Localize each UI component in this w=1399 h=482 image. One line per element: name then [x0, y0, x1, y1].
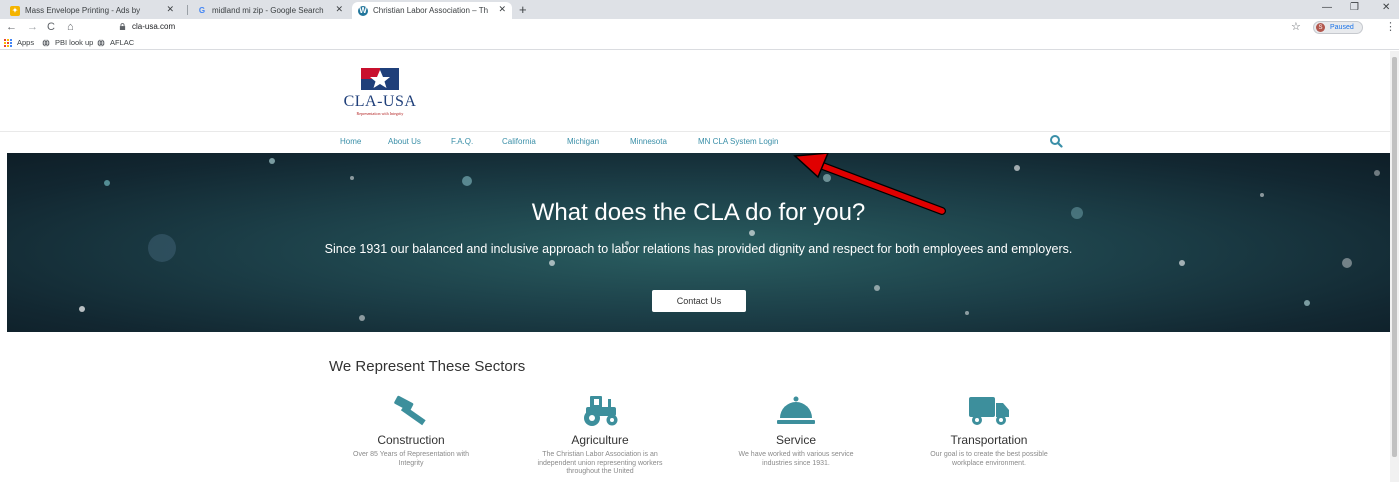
browser-tab-active[interactable]: W Christian Labor Association – Th ✕ [352, 2, 512, 19]
browser-tab[interactable]: ✦ Mass Envelope Printing - Ads by ✕ [4, 2, 180, 19]
menu-kebab-icon[interactable]: ⋮ [1385, 20, 1396, 33]
nav-about-us[interactable]: About Us [388, 137, 421, 146]
nav-divider [0, 131, 1390, 132]
sector-title: Transportation [950, 433, 1028, 447]
sector-description: We have worked with various service indu… [738, 451, 854, 467]
sector-description: The Christian Labor Association is an in… [537, 451, 663, 475]
new-tab-button[interactable]: + [519, 2, 527, 17]
flag-star-logo-icon [361, 68, 399, 90]
bookmarks-bar: Apps PBI look up AFLAC [0, 36, 1399, 50]
home-icon[interactable]: ⌂ [67, 20, 74, 34]
tractor-icon [584, 396, 618, 426]
globe-icon [42, 38, 50, 47]
logo-tagline: Representation with Integrity [356, 111, 404, 116]
sector-transportation[interactable]: Transportation Our goal is to create the… [904, 393, 1074, 468]
wordpress-favicon-icon: W [358, 5, 368, 16]
browser-tab[interactable]: G midland mi zip - Google Search ✕ [191, 2, 349, 19]
nav-faq[interactable]: F.A.Q. [451, 137, 473, 146]
browser-tab-strip: ✦ Mass Envelope Printing - Ads by ✕ G mi… [0, 0, 1399, 19]
sector-construction[interactable]: Construction Over 85 Years of Representa… [326, 393, 496, 468]
tab-title: Christian Labor Association – Th [373, 6, 489, 15]
annotation-arrow-icon [793, 153, 946, 215]
bookmark-aflac[interactable]: AFLAC [97, 38, 134, 47]
forward-arrow-icon[interactable]: → [27, 20, 38, 34]
sector-title: Agriculture [571, 433, 629, 447]
tab-divider [187, 5, 188, 15]
close-icon[interactable]: ✕ [166, 4, 174, 15]
close-icon[interactable]: ✕ [335, 4, 343, 15]
sector-service[interactable]: Service We have worked with various serv… [711, 393, 881, 468]
sector-agriculture[interactable]: Agriculture The Christian Labor Associat… [515, 393, 685, 477]
bookmark-star-icon[interactable]: ☆ [1291, 20, 1301, 33]
google-favicon-icon: G [198, 6, 206, 15]
address-bar[interactable]: cla-usa.com [132, 22, 175, 31]
tab-title: midland mi zip - Google Search [212, 6, 324, 15]
sector-description: Our goal is to create the best possible … [930, 451, 1048, 467]
nav-michigan[interactable]: Michigan [567, 137, 599, 146]
bookmark-label: Apps [17, 38, 35, 47]
lock-icon [119, 23, 126, 30]
close-icon[interactable]: ✕ [498, 4, 506, 15]
page-scrollbar[interactable] [1390, 51, 1399, 482]
hero-title: What does the CLA do for you? [531, 199, 866, 226]
search-icon[interactable] [1049, 134, 1063, 148]
service-bell-icon [777, 396, 815, 424]
nav-mn-cla-system-login[interactable]: MN CLA System Login [698, 137, 778, 146]
browser-toolbar: ← → C ⌂ cla-usa.com ☆ S Paused ⋮ [0, 19, 1399, 36]
sector-title: Construction [377, 433, 445, 447]
nav-home[interactable]: Home [340, 137, 361, 146]
restore-window-icon[interactable]: ❐ [1350, 2, 1359, 13]
hammer-icon [394, 395, 426, 426]
minimize-icon[interactable]: — [1322, 2, 1332, 13]
hero-banner: What does the CLA do for you? Since 1931… [7, 153, 1390, 332]
scrollbar-thumb[interactable] [1392, 57, 1397, 457]
nav-california[interactable]: California [502, 137, 536, 146]
bookmark-apps[interactable]: Apps [4, 38, 34, 47]
bookmark-pbi[interactable]: PBI look up [42, 38, 93, 47]
nav-minnesota[interactable]: Minnesota [630, 137, 667, 146]
sectors-heading: We Represent These Sectors [329, 358, 526, 375]
sector-title: Service [775, 433, 816, 447]
logo-wordmark: CLA-USA [343, 93, 417, 110]
close-window-icon[interactable]: ✕ [1382, 2, 1390, 13]
bookmark-label: AFLAC [110, 38, 135, 47]
contact-us-button[interactable]: Contact Us [652, 290, 746, 312]
back-arrow-icon[interactable]: ← [6, 20, 17, 34]
bookmark-label: PBI look up [55, 38, 94, 47]
page-viewport: CLA-USA Representation with Integrity Ho… [0, 51, 1390, 482]
apps-grid-icon [4, 38, 12, 47]
avatar: S [1316, 23, 1325, 32]
truck-icon [969, 397, 1009, 425]
profile-status: Paused [1330, 24, 1354, 31]
sector-description: Over 85 Years of Representation with Int… [353, 451, 469, 467]
tab-title: Mass Envelope Printing - Ads by [25, 6, 141, 15]
globe-icon [97, 38, 105, 47]
reload-icon[interactable]: C [47, 20, 55, 34]
ads-favicon-icon: ✦ [10, 5, 20, 16]
site-logo[interactable]: CLA-USA Representation with Integrity [330, 66, 430, 126]
profile-button[interactable]: S Paused [1313, 21, 1363, 34]
hero-subtitle: Since 1931 our balanced and inclusive ap… [324, 242, 1073, 256]
